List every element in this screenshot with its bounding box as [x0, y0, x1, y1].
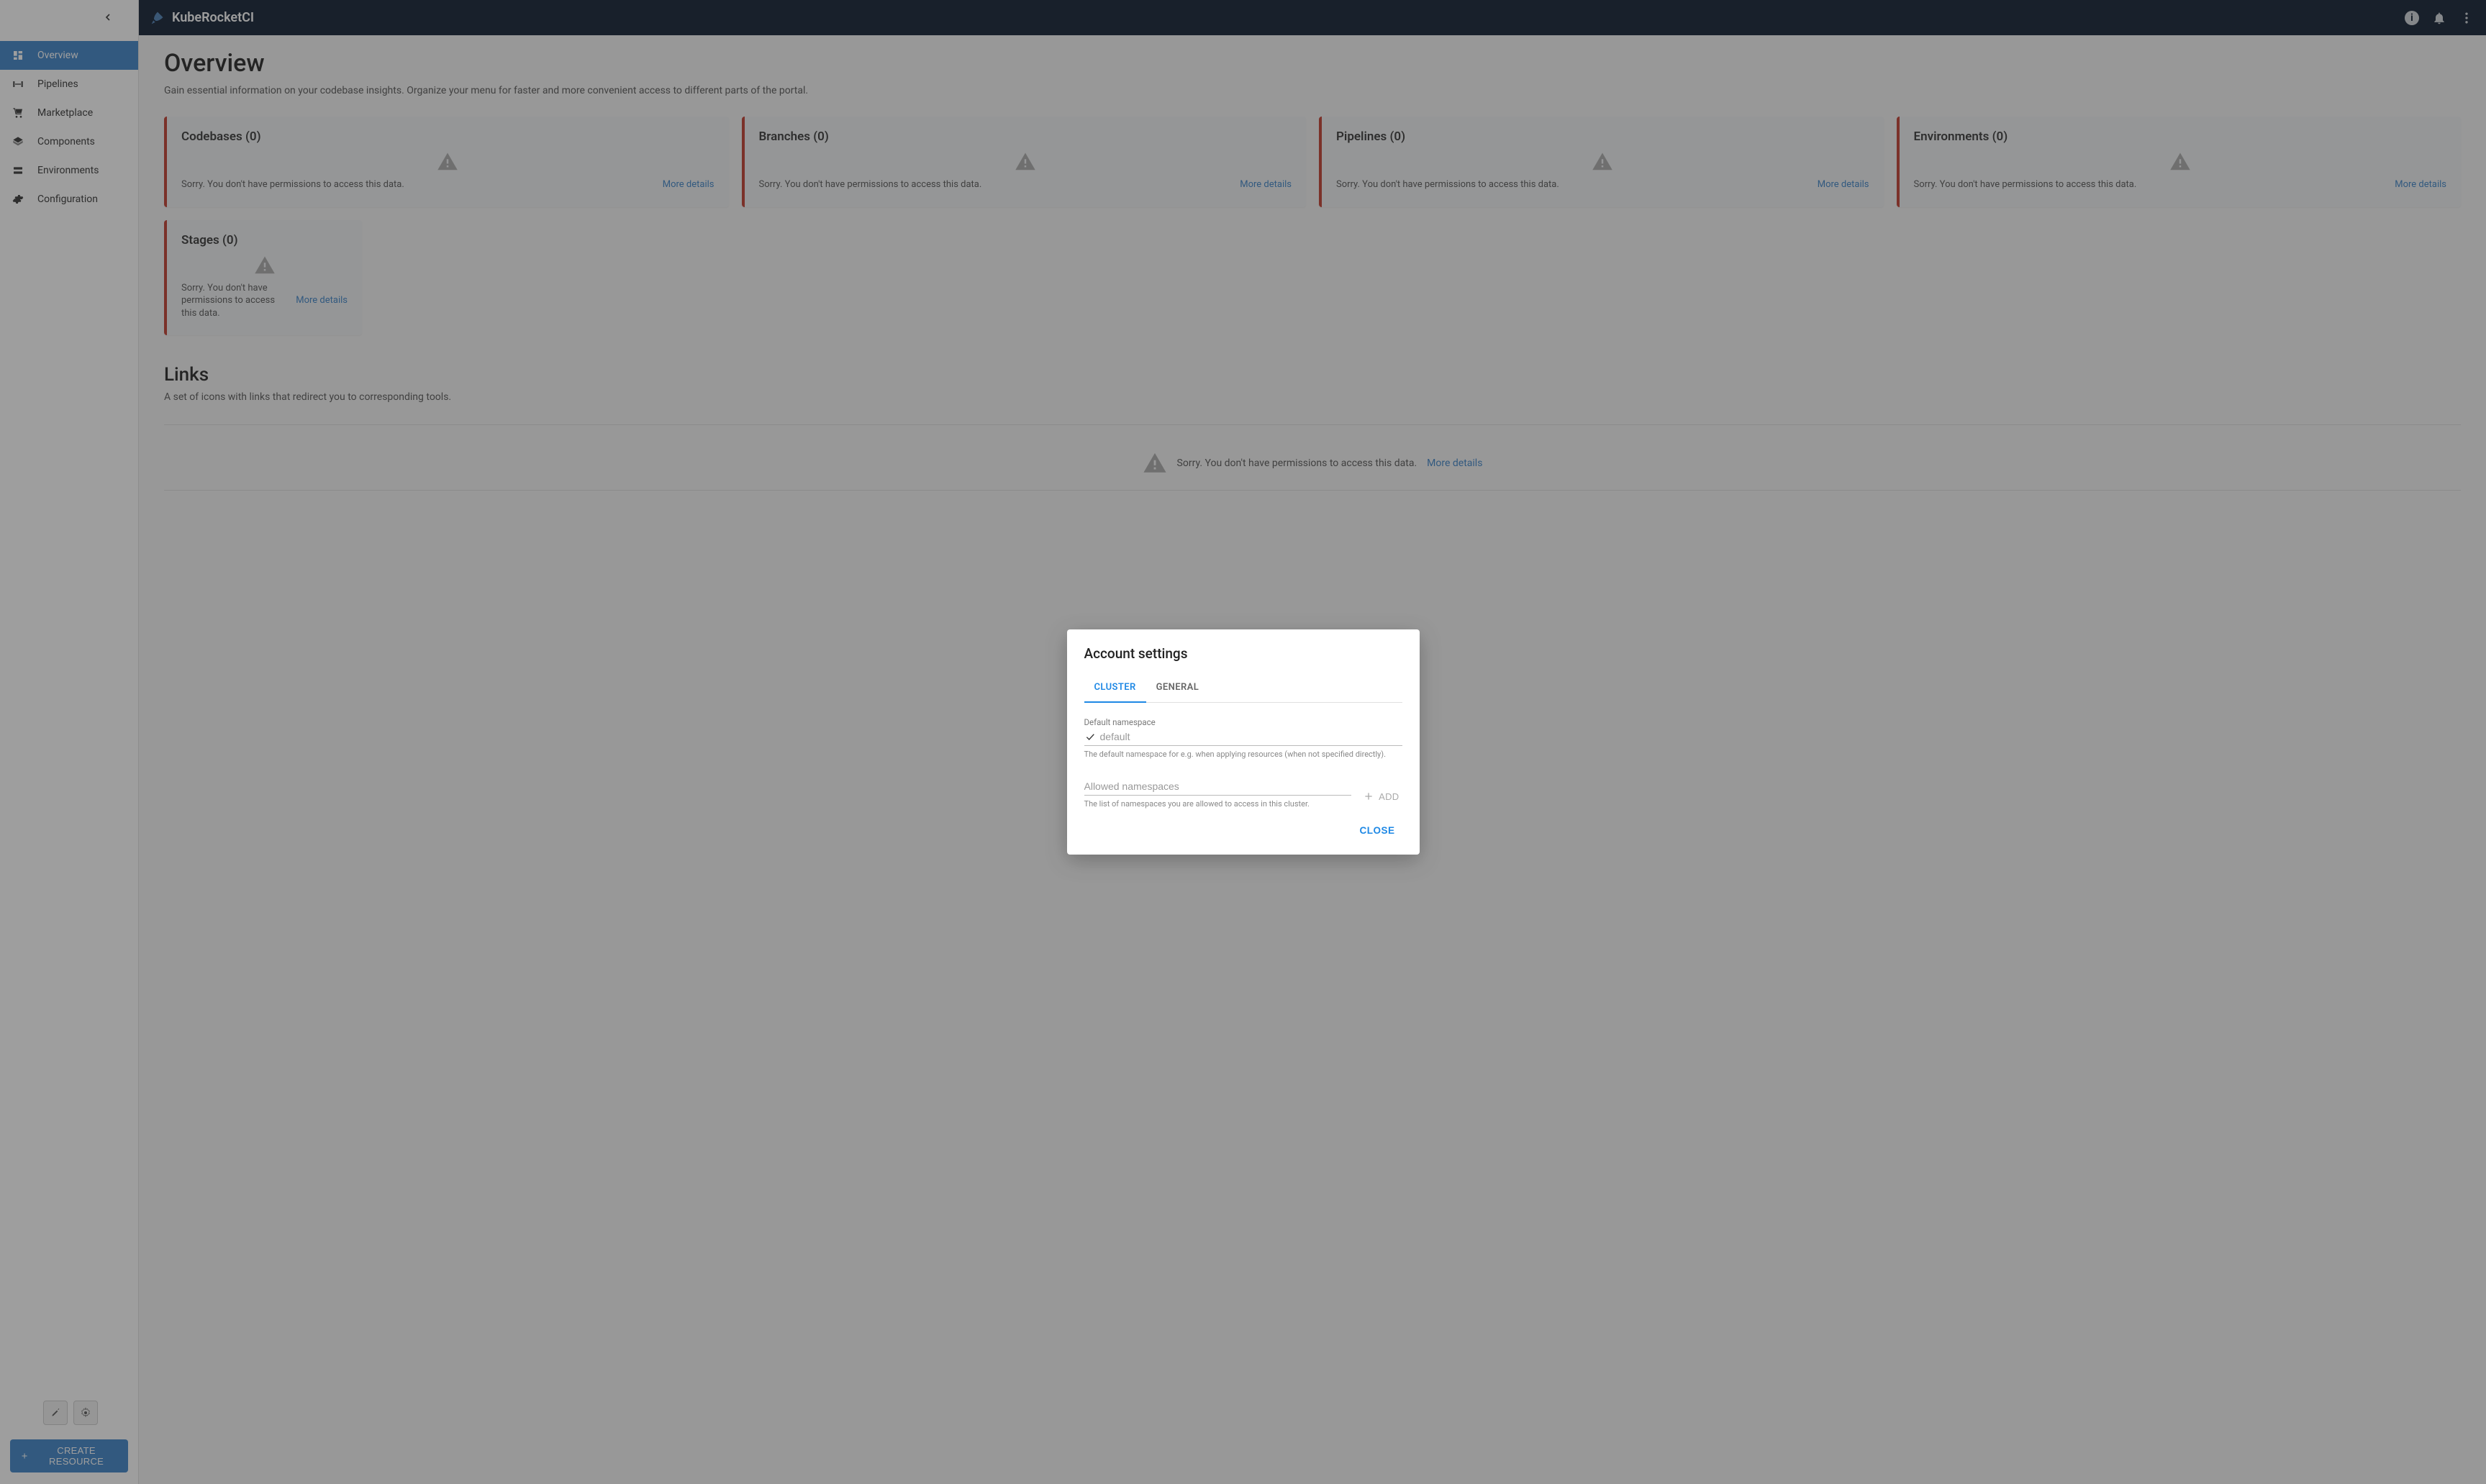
modal-title: Account settings	[1084, 645, 1402, 662]
allowed-namespaces-field: The list of namespaces you are allowed t…	[1084, 778, 1352, 809]
default-namespace-field: Default namespace The default namespace …	[1084, 717, 1402, 760]
tab-cluster[interactable]: CLUSTER	[1084, 675, 1146, 703]
check-icon	[1084, 731, 1096, 742]
field-help: The default namespace for e.g. when appl…	[1084, 750, 1402, 760]
plus-icon	[1363, 791, 1374, 802]
modal-tabs: CLUSTER GENERAL	[1084, 675, 1402, 703]
field-label: Default namespace	[1084, 717, 1402, 727]
tab-general[interactable]: GENERAL	[1146, 675, 1210, 702]
add-namespace-button[interactable]: ADD	[1360, 786, 1402, 809]
field-help: The list of namespaces you are allowed t…	[1084, 799, 1352, 809]
modal-overlay[interactable]: Account settings CLUSTER GENERAL Default…	[0, 0, 2486, 1484]
account-settings-modal: Account settings CLUSTER GENERAL Default…	[1067, 629, 1420, 855]
close-button[interactable]: CLOSE	[1352, 819, 1402, 842]
default-namespace-input[interactable]	[1100, 731, 1402, 742]
allowed-namespaces-input[interactable]	[1084, 780, 1352, 792]
add-button-label: ADD	[1379, 791, 1399, 802]
